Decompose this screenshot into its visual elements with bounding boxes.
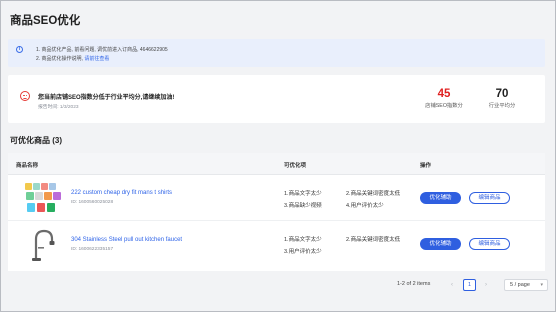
- table-row: 304 Stainless Steel pull out kitchen fau…: [8, 221, 545, 267]
- table-header: 商品名称 可优化项 操作: [8, 153, 545, 175]
- chevron-left-icon[interactable]: ‹: [446, 279, 458, 291]
- notice-line-2: 2. 商品优化操作说明, 请前往查看: [36, 55, 109, 62]
- info-notice: i 1. 商品优化产品, 前看问题, 调优前进入订商品, 4646622905 …: [8, 39, 545, 67]
- seo-score-card: 您当前店铺SEO指数分低于行业平均分,请继续加油! 报告时间: 1/3/2023…: [8, 75, 545, 123]
- store-seo-value: 45: [437, 88, 451, 100]
- product-thumbnail[interactable]: [22, 227, 64, 263]
- optimization-item: 1.商品文字太少: [284, 191, 322, 197]
- edit-product-button[interactable]: 编辑商品: [469, 238, 510, 250]
- optimization-item: 3.用户评价太少: [284, 249, 322, 255]
- header-product-name: 商品名称: [16, 163, 39, 169]
- sad-face-icon: [20, 91, 30, 101]
- pagination-summary: 1-2 of 2 items: [397, 281, 431, 287]
- edit-product-button[interactable]: 编辑商品: [469, 192, 510, 204]
- product-thumbnail[interactable]: [22, 181, 64, 217]
- chevron-right-icon[interactable]: ›: [480, 279, 492, 291]
- optimization-item: 3.商品缺少视频: [284, 203, 322, 209]
- header-actions: 操作: [420, 163, 432, 169]
- table-row: 222 custom cheap dry fit mans t shirts I…: [8, 175, 545, 221]
- optimization-item: 2.商品关键词密度太低: [346, 191, 401, 197]
- optimization-item: 4.用户评价太少: [346, 203, 384, 209]
- optimization-item: 1.商品文字太少: [284, 237, 322, 243]
- notice-line-2-text: 2. 商品优化操作说明,: [36, 56, 83, 62]
- product-name-link[interactable]: 304 Stainless Steel pull out kitchen fau…: [71, 237, 182, 243]
- page-size-value: 5 / page: [510, 282, 530, 288]
- product-id: ID: 1600560025028: [71, 200, 114, 205]
- optimize-assist-button[interactable]: 优化辅助: [420, 192, 461, 204]
- info-icon: i: [16, 46, 23, 53]
- industry-average-value: 70: [495, 88, 509, 100]
- product-id: ID: 1600622335157: [71, 247, 114, 252]
- page-title: 商品SEO优化: [10, 15, 81, 27]
- notice-help-link[interactable]: 请前往查看: [84, 56, 109, 62]
- chevron-down-icon: ▾: [540, 282, 543, 288]
- store-seo-label: 店铺SEO指数分: [425, 103, 463, 109]
- optimization-item: 2.商品关键词密度太低: [346, 237, 401, 243]
- industry-average-metric: 70 行业平均分: [478, 88, 526, 109]
- optimize-assist-button[interactable]: 优化辅助: [420, 238, 461, 250]
- product-name-link[interactable]: 222 custom cheap dry fit mans t shirts: [71, 190, 172, 196]
- app-frame: 商品SEO优化 i 1. 商品优化产品, 前看问题, 调优前进入订商品, 464…: [0, 0, 556, 312]
- header-optimizable-items: 可优化项: [284, 163, 307, 169]
- store-seo-metric: 45 店铺SEO指数分: [416, 88, 472, 109]
- products-table: 商品名称 可优化项 操作 222 custom cheap dry fit ma…: [8, 153, 545, 271]
- notice-line-1: 1. 商品优化产品, 前看问题, 调优前进入订商品, 4646622905: [36, 47, 168, 53]
- optimizable-products-title: 可优化商品 (3): [10, 136, 62, 145]
- page-size-select[interactable]: 5 / page ▾: [504, 279, 548, 291]
- score-message: 您当前店铺SEO指数分低于行业平均分,请继续加油!: [38, 95, 175, 101]
- industry-average-label: 行业平均分: [488, 103, 516, 109]
- score-report-date: 报告时间: 1/3/2023: [38, 105, 79, 110]
- pagination-current-page[interactable]: 1: [463, 279, 476, 291]
